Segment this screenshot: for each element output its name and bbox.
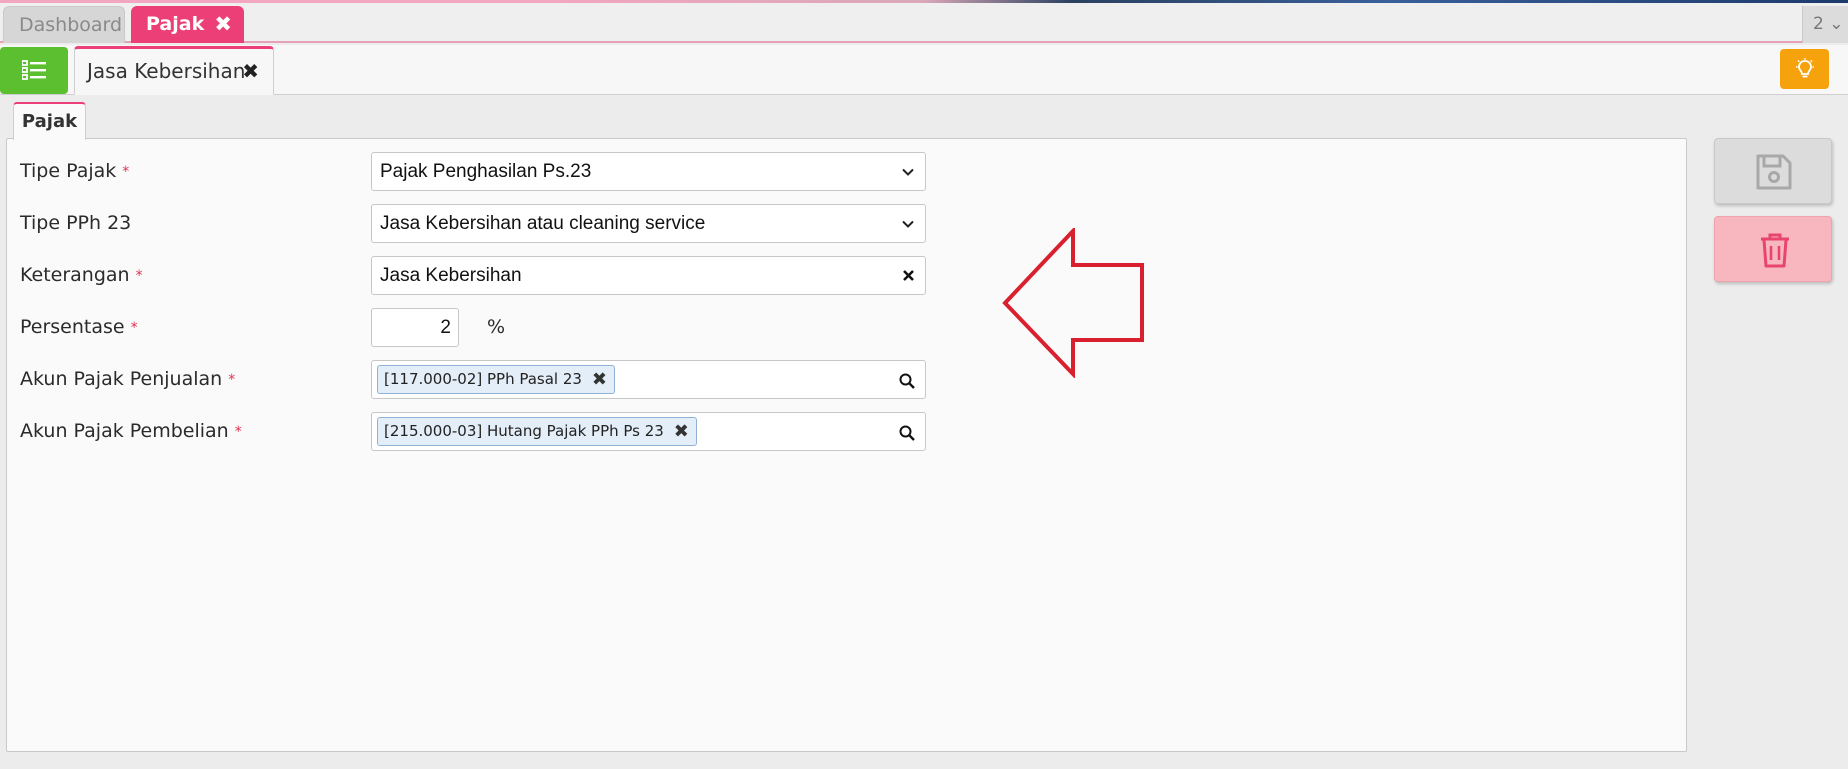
close-icon[interactable]: ✖ (214, 6, 232, 43)
window-counter-dropdown[interactable]: 2 ⌄ (1802, 6, 1848, 43)
akun-pembelian-tag: [215.000-03] Hutang Pajak PPh Ps 23 ✖ (377, 417, 697, 446)
annotation-arrow (1002, 228, 1144, 378)
chevron-down-icon (902, 220, 914, 228)
trash-icon (1761, 233, 1789, 268)
close-icon[interactable]: ✖ (592, 366, 607, 393)
tipe-pajak-value: Pajak Penghasilan Ps.23 (380, 161, 592, 182)
persentase-label: Persentase * (20, 308, 138, 346)
akun-penjualan-tag: [117.000-02] PPh Pasal 23 ✖ (377, 365, 615, 394)
keterangan-input[interactable]: Jasa Kebersihan (371, 256, 926, 295)
search-icon[interactable] (899, 425, 915, 441)
akun-penjualan-lookup[interactable]: [117.000-02] PPh Pasal 23 ✖ (371, 360, 926, 399)
tipe-pph23-label: Tipe PPh 23 (20, 204, 131, 242)
record-tab-label: Jasa Kebersihan (87, 59, 246, 83)
close-icon[interactable]: ✖ (242, 49, 259, 93)
required-marker: * (135, 268, 143, 284)
tipe-pajak-select[interactable]: Pajak Penghasilan Ps.23 (371, 152, 926, 191)
menu-list-button[interactable] (0, 47, 68, 94)
akun-pembelian-lookup[interactable]: [215.000-03] Hutang Pajak PPh Ps 23 ✖ (371, 412, 926, 451)
akun-pembelian-label-text: Akun Pajak Pembelian (20, 420, 229, 442)
chevron-down-icon (902, 168, 914, 176)
akun-pembelian-tag-label: [215.000-03] Hutang Pajak PPh Ps 23 (384, 422, 664, 440)
tab-dashboard-label: Dashboard (19, 14, 123, 36)
tab-pajak-section[interactable]: Pajak (13, 102, 86, 140)
tab-jasa-kebersihan[interactable]: Jasa Kebersihan ✖ (74, 46, 274, 95)
required-marker: * (122, 164, 130, 180)
delete-button[interactable] (1714, 216, 1832, 282)
tab-pajak-label: Pajak (146, 13, 205, 35)
tab-pajak[interactable]: Pajak ✖ (131, 6, 244, 43)
tab-dashboard[interactable]: Dashboard (3, 6, 125, 43)
tip-button[interactable] (1780, 49, 1829, 89)
save-button[interactable] (1714, 138, 1832, 204)
persentase-label-text: Persentase (20, 316, 125, 338)
required-marker: * (228, 372, 236, 388)
document-tab-bar: Dashboard Pajak ✖ 2 ⌄ (0, 3, 1848, 43)
close-icon[interactable]: ✖ (674, 418, 689, 445)
keterangan-label: Keterangan * (20, 256, 143, 294)
close-icon[interactable] (902, 269, 915, 282)
floppy-disk-icon (1756, 154, 1792, 190)
akun-penjualan-label: Akun Pajak Penjualan * (20, 360, 235, 398)
search-icon[interactable] (899, 373, 915, 389)
lightbulb-icon (1796, 58, 1814, 78)
tipe-pph23-label-text: Tipe PPh 23 (20, 212, 132, 234)
akun-pembelian-label: Akun Pajak Pembelian * (20, 412, 242, 450)
form-panel: Tipe Pajak * Pajak Penghasilan Ps.23 Tipe… (6, 138, 1687, 752)
tipe-pph23-value: Jasa Kebersihan atau cleaning service (380, 213, 706, 234)
required-marker: * (130, 320, 138, 336)
percent-unit: % (487, 316, 506, 338)
tipe-pajak-label: Tipe Pajak * (20, 152, 129, 190)
keterangan-label-text: Keterangan (20, 264, 130, 286)
list-icon (22, 60, 46, 80)
tipe-pph23-select[interactable]: Jasa Kebersihan atau cleaning service (371, 204, 926, 243)
keterangan-value: Jasa Kebersihan (380, 265, 522, 286)
tipe-pajak-label-text: Tipe Pajak (20, 160, 117, 182)
persentase-input[interactable]: 2 (371, 308, 459, 347)
akun-penjualan-tag-label: [117.000-02] PPh Pasal 23 (384, 370, 582, 388)
akun-penjualan-label-text: Akun Pajak Penjualan (20, 368, 223, 390)
record-toolbar: Jasa Kebersihan ✖ (0, 45, 1848, 95)
required-marker: * (234, 424, 242, 440)
